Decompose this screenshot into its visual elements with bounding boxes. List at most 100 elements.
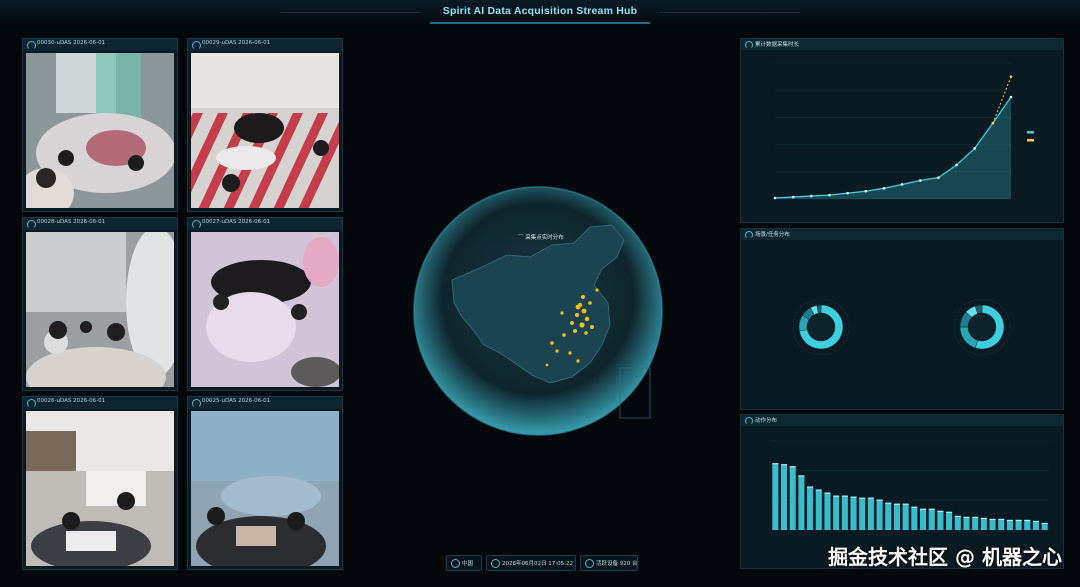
bar-cap [867,497,874,499]
camera-icon [192,399,201,408]
donut-hole [808,314,834,340]
bar-cap [815,489,822,491]
bar [841,495,848,530]
data-point [918,179,922,182]
data-point [846,191,849,195]
bar-cap [850,496,857,498]
camera-image [191,232,339,387]
camera-image [191,53,339,208]
bar [824,492,831,530]
camera-header: 00025-uDAS 2026-06-01 [188,397,342,409]
bar [989,518,996,530]
bar [772,463,779,530]
datetime-chip: 2026年06月02日 17:05:22 [486,555,576,571]
device-icon [585,559,594,568]
region-label: 中国 [462,561,474,567]
bar [885,502,892,530]
bar [789,466,796,530]
region-chip[interactable]: 中国 [446,555,482,571]
camera-feed-2[interactable]: 00029-uDAS 2026-06-01 [187,38,343,212]
camera-label: 00029-uDAS 2026-06-01 [202,40,271,46]
data-point [900,183,904,186]
bar-cap [885,502,892,504]
globe-icon [451,559,460,568]
bar-cap [798,475,805,477]
bar [876,499,883,530]
camera-image [26,232,174,387]
camera-header: 00027-uDAS 2026-06-01 [188,218,342,230]
bar-cap [937,510,944,512]
camera-label: 00027-uDAS 2026-06-01 [202,219,271,225]
data-point [937,176,940,179]
data-point [791,195,795,199]
bar-cap [1015,519,1022,521]
bar-cap [789,466,796,468]
trend-panel: 累计数据采集时长 [740,38,1064,223]
bar-cap [1006,519,1013,521]
bar [1032,520,1040,530]
bar-cap [772,463,779,465]
bar [850,496,857,530]
bar [902,503,909,530]
camera-header: 00028-uDAS 2026-06-01 [23,218,177,230]
camera-label: 00028-uDAS 2026-06-01 [37,219,106,225]
data-point [955,163,958,167]
bar-cap [1032,520,1040,522]
bar-cap [859,497,866,499]
bar [928,508,935,530]
bar-cap [972,516,979,518]
camera-feed-5[interactable]: 00026-uDAS 2026-06-01 [22,396,178,570]
bar [815,489,822,530]
distribution-panel: 场景/任务分布 [740,228,1064,410]
bar [911,506,918,530]
data-point [810,194,813,198]
camera-feed-3[interactable]: 00028-uDAS 2026-06-01 [22,217,178,391]
bar-cap [876,499,883,501]
camera-label: 00030-uDAS 2026-06-01 [37,40,106,46]
camera-feed-6[interactable]: 00025-uDAS 2026-06-01 [187,396,343,570]
trend-chart [773,62,1034,200]
datetime-label: 2026年06月02日 17:05:22 [502,561,573,567]
panel-icon [745,231,753,239]
data-point [1009,95,1013,99]
bar-cap [780,464,788,466]
bar [1024,519,1031,530]
bar [859,497,866,530]
bar [998,518,1005,530]
legend-swatch [1027,131,1034,134]
bar-cap [928,508,935,510]
data-point [864,189,868,193]
panel-header: 场景/任务分布 [741,229,1063,240]
data-point [828,193,831,197]
map-title-label: 采集点实时分布 [525,235,564,241]
title-plate: Spirit AI Data Acquisition Stream Hub [280,4,800,24]
globe-map[interactable]: ⌒ 采集点实时分布 [412,185,664,437]
donut-hole [969,314,995,340]
bar-cap [911,506,918,508]
bar-cap [824,492,831,494]
panel-title: 场景/任务分布 [755,232,790,238]
camera-feed-1[interactable]: 00030-uDAS 2026-06-01 [22,38,178,212]
camera-header: 00029-uDAS 2026-06-01 [188,39,342,51]
bar-cap [989,518,996,520]
panel-icon [745,417,753,425]
bar [1041,522,1048,530]
bar [1015,519,1022,530]
camera-image [191,411,339,566]
bar-cap [1041,522,1048,524]
camera-feed-4[interactable]: 00027-uDAS 2026-06-01 [187,217,343,391]
camera-icon [192,41,201,50]
forecast-point [1009,75,1013,78]
forecast-point [991,121,995,125]
bar [780,464,788,530]
camera-image [26,411,174,566]
panel-icon [745,41,753,49]
camera-icon [27,220,36,229]
bar-cap [1024,519,1031,521]
panel-header: 累计数据采集时长 [741,39,1063,50]
camera-label: 00025-uDAS 2026-06-01 [202,398,271,404]
bar [798,475,805,530]
bar [867,497,874,530]
bar-cap [902,503,909,505]
devices-chip: 活跃设备 920 台 [580,555,638,571]
